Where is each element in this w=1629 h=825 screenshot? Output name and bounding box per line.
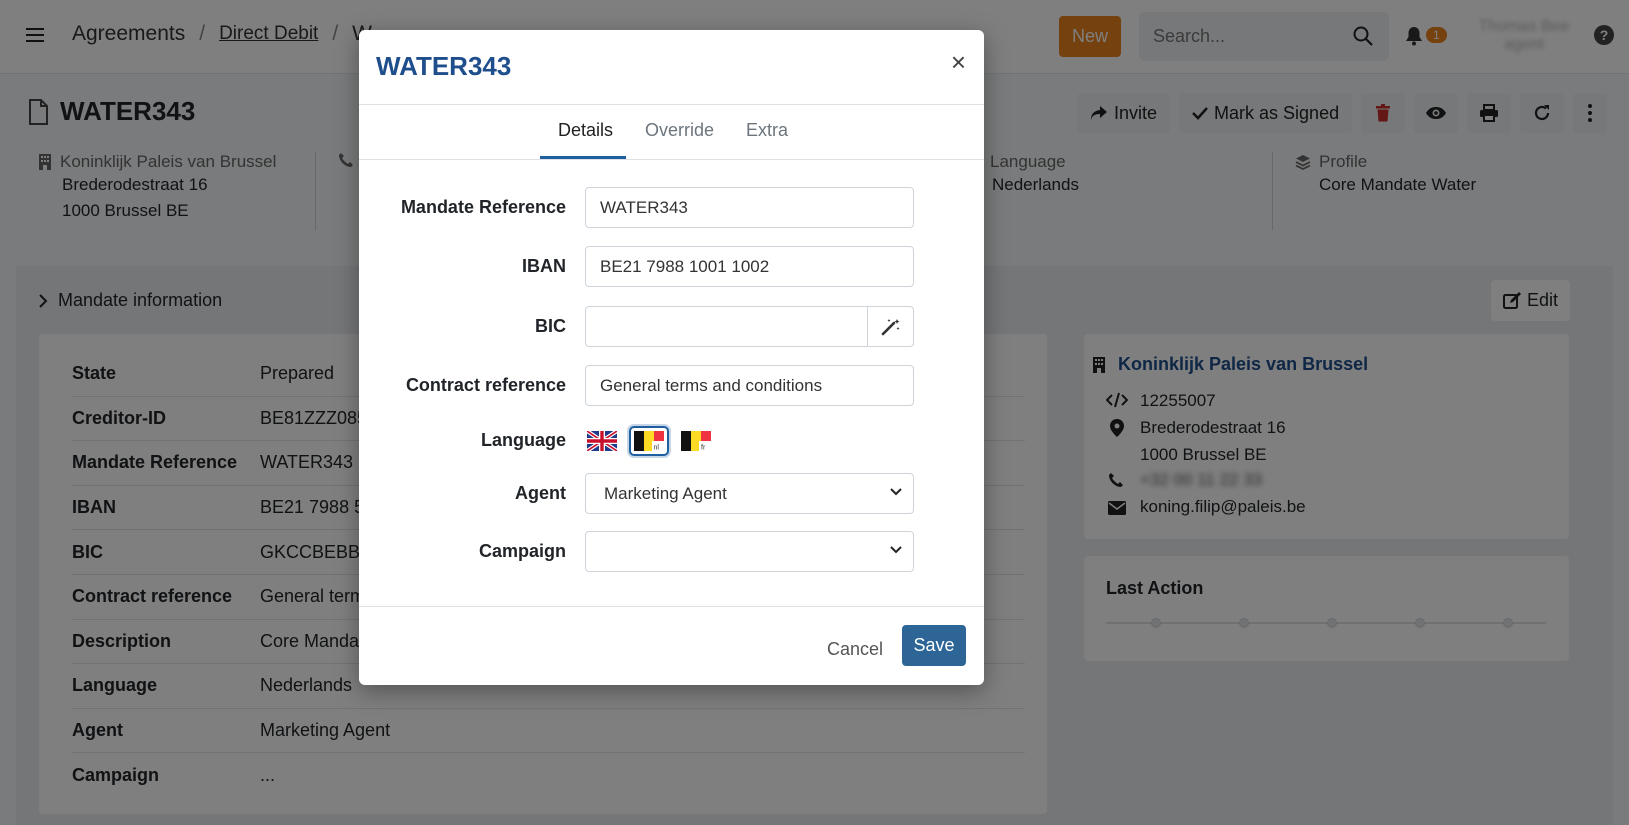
agent-select[interactable]: Marketing Agent	[585, 473, 914, 514]
bic-row: BIC	[359, 306, 984, 348]
campaign-row: Campaign	[359, 531, 984, 573]
iban-label: IBAN	[522, 256, 566, 276]
language-flag-selector: nl fr	[587, 426, 711, 456]
modal-title: WATER343	[376, 51, 512, 81]
save-button[interactable]: Save	[902, 625, 966, 666]
bic-lookup-button[interactable]	[867, 306, 914, 347]
contract-reference-label: Contract reference	[405, 375, 566, 395]
bic-label: BIC	[535, 316, 566, 336]
campaign-label: Campaign	[478, 541, 566, 561]
agent-row: Agent Marketing Agent	[359, 473, 984, 515]
modal-tabs: Details Override Extra	[359, 106, 984, 160]
be-nl-flag-icon: nl	[634, 431, 664, 451]
contract-reference-row: Contract reference General terms and con…	[359, 365, 984, 407]
close-icon[interactable]: ×	[951, 49, 966, 75]
edit-mandate-modal: WATER343 × Details Override Extra Mandat…	[359, 30, 984, 685]
bic-input[interactable]	[585, 306, 868, 347]
tab-details[interactable]: Details	[558, 120, 613, 141]
campaign-select[interactable]	[585, 531, 914, 572]
bic-input-group	[585, 306, 914, 347]
iban-row: IBAN BE21 7988 1001 1002	[359, 246, 984, 288]
tab-override[interactable]: Override	[645, 120, 714, 141]
mandate-reference-label: Mandate Reference	[400, 197, 566, 217]
iban-input[interactable]: BE21 7988 1001 1002	[585, 246, 914, 287]
nl-flag-selected[interactable]: nl	[629, 426, 669, 456]
chevron-down-icon	[890, 546, 902, 554]
chevron-down-icon	[890, 488, 902, 496]
uk-flag-icon[interactable]	[587, 431, 617, 451]
active-tab-indicator	[540, 156, 626, 159]
mandate-reference-row: Mandate Reference WATER343	[359, 187, 984, 229]
language-label: Language	[480, 430, 566, 450]
agent-label: Agent	[515, 483, 566, 503]
contract-reference-input[interactable]: General terms and conditions	[585, 365, 914, 406]
language-row: Language nl fr	[359, 426, 984, 468]
svg-text:nl: nl	[654, 445, 660, 452]
svg-text:fr: fr	[701, 445, 706, 452]
agent-selected-value: Marketing Agent	[604, 483, 727, 503]
be-fr-flag-icon[interactable]: fr	[681, 431, 711, 451]
tab-extra[interactable]: Extra	[746, 120, 788, 141]
cancel-button[interactable]: Cancel	[827, 639, 883, 660]
modal-footer: Cancel Save	[359, 606, 984, 685]
mandate-reference-input[interactable]: WATER343	[585, 187, 914, 228]
modal-header: WATER343 ×	[359, 30, 984, 105]
magic-wand-icon	[881, 318, 899, 335]
